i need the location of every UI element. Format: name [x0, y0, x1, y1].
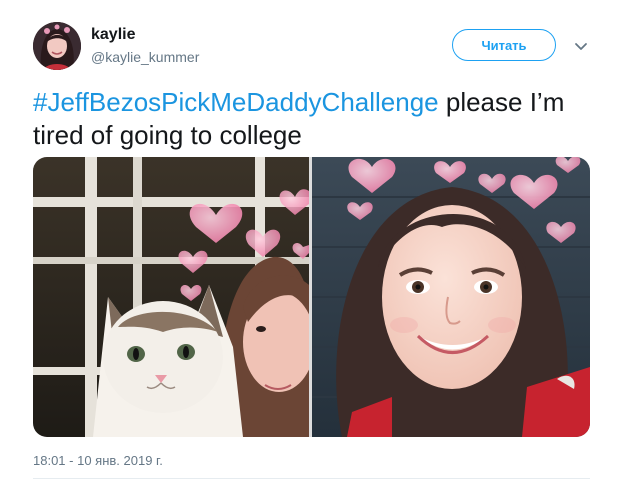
follow-button[interactable]: Читать — [452, 29, 556, 61]
avatar[interactable] — [33, 22, 81, 70]
tweet-card: kaylie @kaylie_kummer Читать #JeffBezosP… — [0, 0, 620, 482]
user-handle[interactable]: @kaylie_kummer — [91, 49, 199, 65]
chevron-down-icon[interactable] — [572, 38, 590, 56]
photo-left[interactable] — [33, 157, 309, 437]
tweet-timestamp[interactable]: 18:01 - 10 янв. 2019 г. — [33, 453, 163, 468]
display-name[interactable]: kaylie — [91, 26, 135, 44]
tweet-text: #JeffBezosPickMeDaddyChallenge please I’… — [33, 86, 593, 152]
photo-right[interactable] — [312, 157, 590, 437]
media-grid — [33, 157, 590, 437]
hashtag-link[interactable]: #JeffBezosPickMeDaddyChallenge — [33, 87, 439, 117]
divider — [33, 478, 590, 479]
